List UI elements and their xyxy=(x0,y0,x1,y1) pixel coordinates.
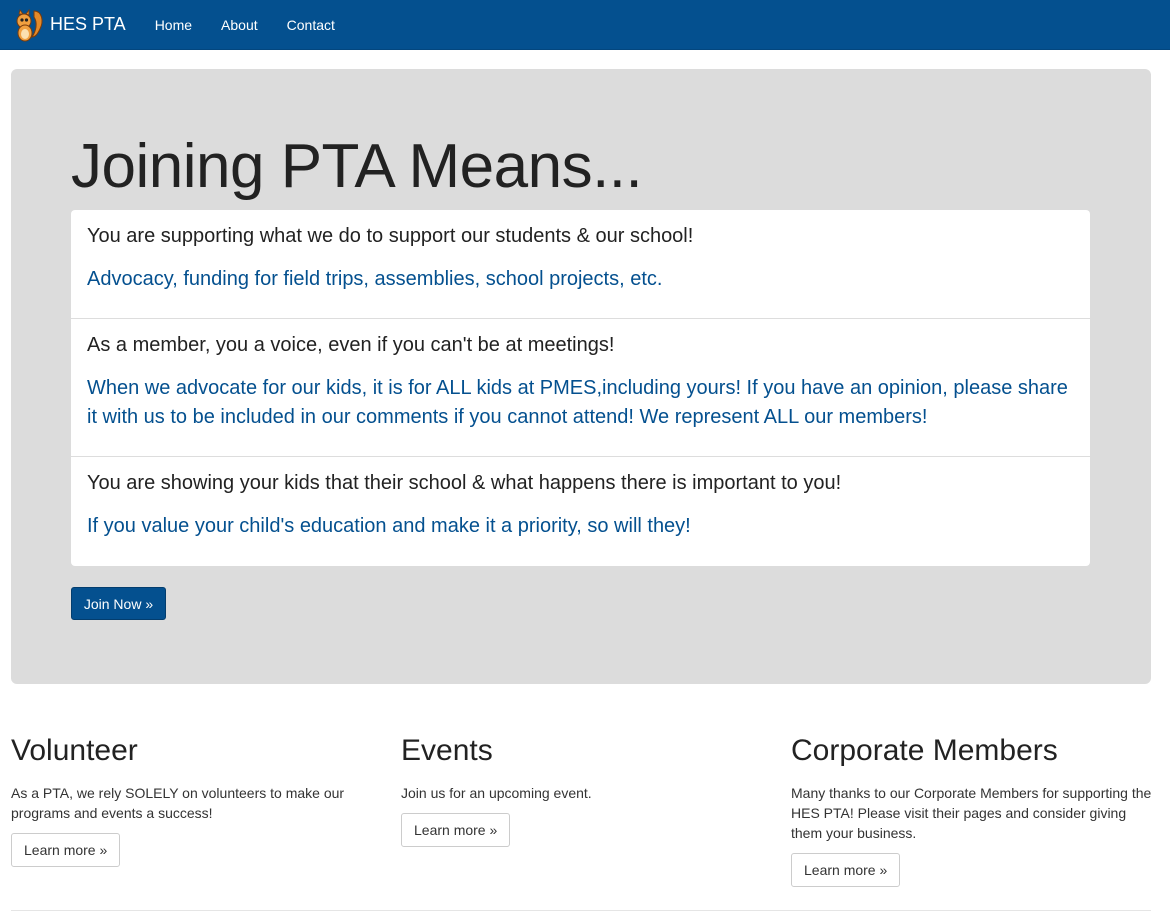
column-text: Many thanks to our Corporate Members for… xyxy=(791,785,1152,841)
volunteer-learn-more-button[interactable]: Learn more » xyxy=(11,833,121,867)
column-text: As a PTA, we rely SOLELY on volunteers t… xyxy=(11,785,345,821)
column-title: Volunteer xyxy=(11,734,138,767)
list-item-heading: You are supporting what we do to support… xyxy=(87,225,694,247)
events-column: Events Join us for an upcoming event. Le… xyxy=(401,735,766,847)
nav-contact[interactable]: Contact xyxy=(287,17,335,33)
list-item: As a member, you a voice, even if you ca… xyxy=(71,318,1090,432)
corporate-members-column: Corporate Members Many thanks to our Cor… xyxy=(791,735,1156,887)
brand-name: HES PTA xyxy=(50,14,126,34)
list-item: You are supporting what we do to support… xyxy=(71,222,1090,294)
column-text: Join us for an upcoming event. xyxy=(401,785,592,801)
nav-about[interactable]: About xyxy=(221,17,258,33)
list-item-text: When we advocate for our kids, it is for… xyxy=(87,377,1068,428)
list-item-heading: As a member, you a voice, even if you ca… xyxy=(87,334,615,356)
list-item-text: If you value your child's education and … xyxy=(87,515,691,537)
list-item-text: Advocacy, funding for field trips, assem… xyxy=(87,268,663,290)
list-item: You are showing your kids that their sch… xyxy=(71,456,1090,541)
corporate-learn-more-button[interactable]: Learn more » xyxy=(791,853,901,887)
events-learn-more-button[interactable]: Learn more » xyxy=(401,813,511,847)
column-title: Events xyxy=(401,734,493,767)
navbar: HES PTA Home About Contact xyxy=(0,0,1170,50)
footer-divider xyxy=(11,910,1151,911)
volunteer-column: Volunteer As a PTA, we rely SOLELY on vo… xyxy=(11,735,376,867)
page-title: Joining PTA Means... xyxy=(71,132,643,201)
squirrel-mascot-icon xyxy=(16,8,43,41)
jumbotron: Joining PTA Means... You are supporting … xyxy=(11,69,1151,684)
join-now-button[interactable]: Join Now » xyxy=(71,587,166,620)
benefits-list: You are supporting what we do to support… xyxy=(71,210,1090,566)
nav-home[interactable]: Home xyxy=(155,17,192,33)
list-item-heading: You are showing your kids that their sch… xyxy=(87,472,842,494)
column-title: Corporate Members xyxy=(791,734,1058,767)
brand-link[interactable]: HES PTA xyxy=(0,0,126,50)
